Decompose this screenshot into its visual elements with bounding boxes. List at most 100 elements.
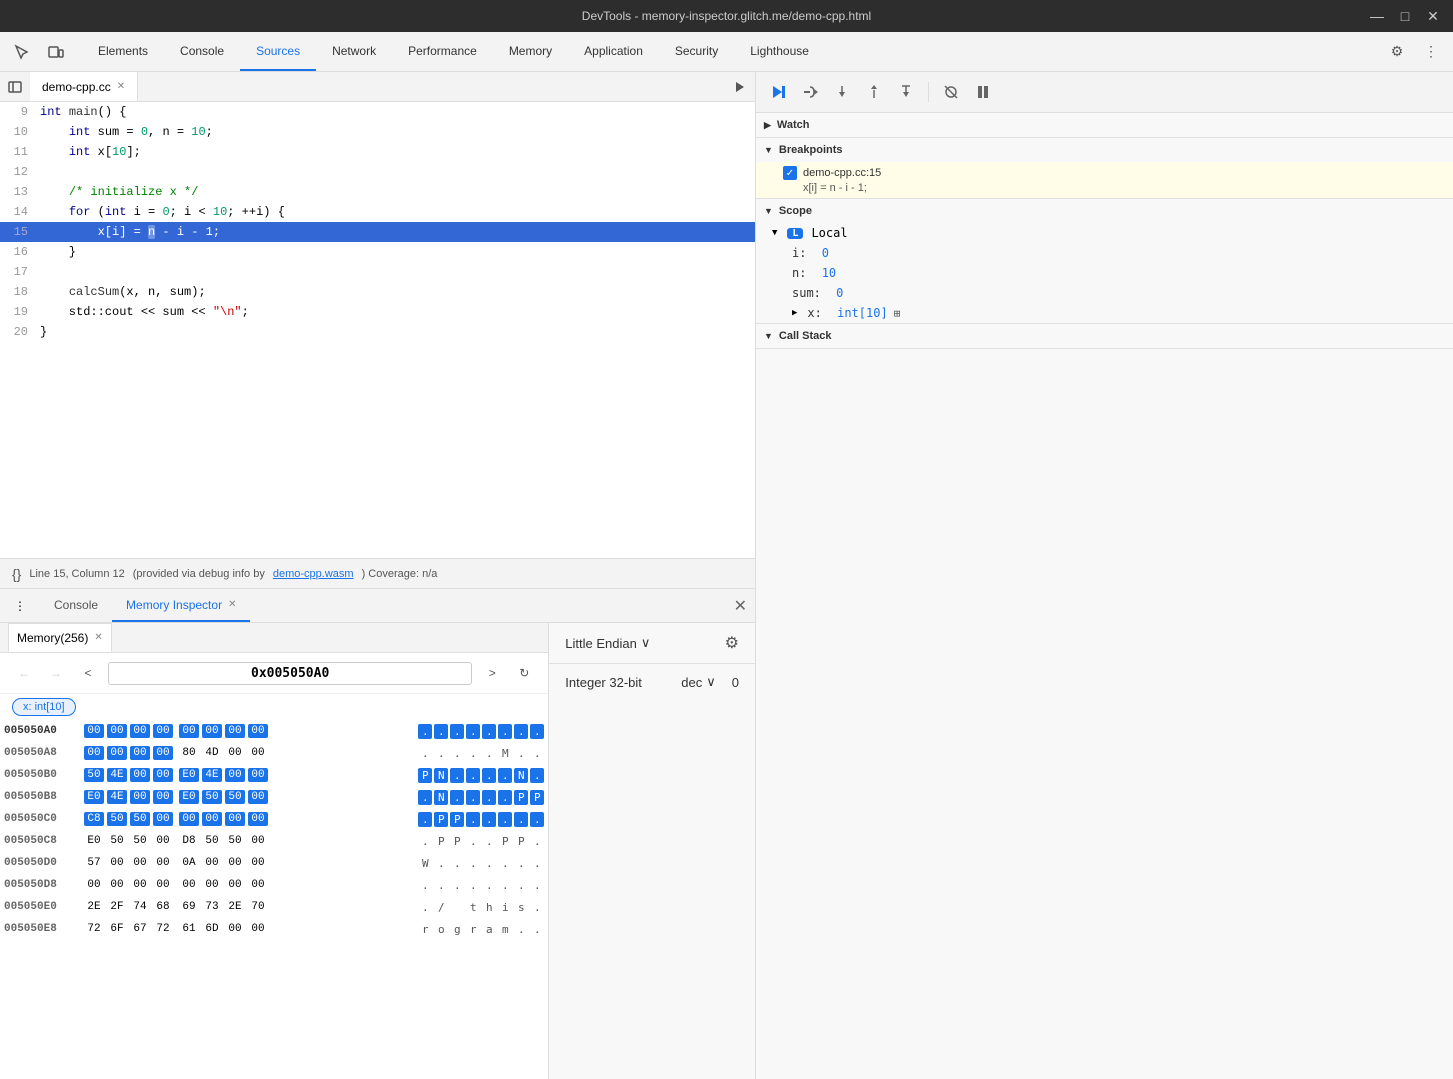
hex-byte[interactable]: 00 (225, 878, 245, 892)
address-input[interactable] (108, 662, 472, 685)
restore-button[interactable]: □ (1395, 8, 1415, 25)
scope-header[interactable]: ▼ Scope (756, 199, 1453, 223)
hex-byte[interactable]: 50 (130, 834, 150, 848)
tab-application[interactable]: Application (568, 32, 659, 71)
hex-byte[interactable]: 50 (107, 812, 127, 826)
hex-byte[interactable]: 00 (130, 768, 150, 782)
hex-byte[interactable]: 00 (202, 878, 222, 892)
hex-byte[interactable]: 4E (202, 768, 222, 782)
hex-byte[interactable]: 61 (179, 922, 199, 936)
tab-sources[interactable]: Sources (240, 32, 316, 71)
hex-byte[interactable]: 72 (84, 922, 104, 936)
tab-console[interactable]: Console (164, 32, 240, 71)
hex-byte[interactable]: 00 (153, 878, 173, 892)
hex-byte[interactable]: D8 (179, 834, 199, 848)
hex-byte[interactable]: 00 (248, 790, 268, 804)
hex-byte[interactable]: 00 (225, 724, 245, 738)
back-button[interactable]: ← (12, 661, 36, 685)
hex-byte[interactable]: 00 (225, 812, 245, 826)
file-tab-demo-cpp[interactable]: demo-cpp.cc ✕ (30, 72, 138, 101)
hex-byte[interactable]: 72 (153, 922, 173, 936)
hex-byte[interactable]: 50 (107, 834, 127, 848)
breakpoints-header[interactable]: ▼ Breakpoints (756, 138, 1453, 162)
debugger-content[interactable]: ▶ Watch ▼ Breakpoints ✓ demo-cpp.cc:15 x… (756, 113, 1453, 1079)
hex-byte[interactable]: 6F (107, 922, 127, 936)
hex-byte[interactable]: 00 (107, 856, 127, 870)
hex-byte[interactable]: 00 (153, 812, 173, 826)
scope-local-header[interactable]: ▼ L Local (756, 223, 1453, 243)
hex-byte[interactable]: 00 (153, 856, 173, 870)
hex-byte[interactable]: 00 (179, 724, 199, 738)
scope-var-x[interactable]: ▶ x: int[10] ⊞ (756, 303, 1453, 323)
hex-byte[interactable]: 00 (153, 746, 173, 760)
hex-byte[interactable]: E0 (179, 790, 199, 804)
hex-byte[interactable]: 00 (130, 878, 150, 892)
hex-byte[interactable]: 00 (153, 790, 173, 804)
pause-on-exceptions-button[interactable] (969, 78, 997, 106)
hex-byte[interactable]: 00 (248, 834, 268, 848)
hex-byte[interactable]: 00 (248, 812, 268, 826)
hex-byte[interactable]: 4E (107, 768, 127, 782)
deactivate-breakpoints-button[interactable] (937, 78, 965, 106)
hex-byte[interactable]: 50 (225, 790, 245, 804)
hex-byte[interactable]: 00 (225, 856, 245, 870)
memory-sub-tab-256[interactable]: Memory(256) ✕ (8, 623, 112, 652)
hex-byte[interactable]: 00 (130, 790, 150, 804)
step-out-button[interactable] (860, 78, 888, 106)
hex-byte[interactable]: 74 (130, 900, 150, 914)
hex-byte[interactable]: 00 (179, 878, 199, 892)
memory-inspector-close-icon[interactable]: ✕ (228, 599, 236, 610)
hex-byte[interactable]: 2F (107, 900, 127, 914)
step-button[interactable] (892, 78, 920, 106)
hex-byte[interactable]: 67 (130, 922, 150, 936)
hex-byte[interactable]: 6D (202, 922, 222, 936)
hex-byte[interactable]: 00 (130, 746, 150, 760)
hex-byte[interactable]: 50 (84, 768, 104, 782)
step-over-button[interactable] (796, 78, 824, 106)
hex-byte[interactable]: 00 (248, 746, 268, 760)
hex-byte[interactable]: 00 (84, 746, 104, 760)
resume-button[interactable] (764, 78, 792, 106)
hex-byte[interactable]: 50 (130, 812, 150, 826)
hex-byte[interactable]: 00 (248, 724, 268, 738)
hex-byte[interactable]: 00 (225, 746, 245, 760)
hex-byte[interactable]: 50 (202, 834, 222, 848)
hex-byte[interactable]: 50 (202, 790, 222, 804)
hex-byte[interactable]: E0 (179, 768, 199, 782)
hex-byte[interactable]: 73 (202, 900, 222, 914)
hex-byte[interactable]: 4D (202, 746, 222, 760)
select-element-icon[interactable] (8, 38, 36, 66)
hex-byte[interactable]: 00 (248, 768, 268, 782)
step-into-button[interactable] (828, 78, 856, 106)
address-next-button[interactable]: > (480, 661, 504, 685)
integer-format-select[interactable]: dec ∨ (681, 674, 715, 690)
address-prev-button[interactable]: < (76, 661, 100, 685)
forward-button[interactable]: → (44, 661, 68, 685)
hex-byte[interactable]: 00 (202, 724, 222, 738)
call-stack-header[interactable]: ▼ Call Stack (756, 324, 1453, 348)
tab-performance[interactable]: Performance (392, 32, 493, 71)
hex-byte[interactable]: 00 (153, 834, 173, 848)
bottom-menu-icon[interactable]: ⋮ (8, 594, 32, 618)
hex-byte[interactable]: 68 (153, 900, 173, 914)
hex-byte[interactable]: 00 (248, 878, 268, 892)
hex-byte[interactable]: 00 (107, 746, 127, 760)
more-options-icon[interactable]: ⋮ (1417, 38, 1445, 66)
hex-byte[interactable]: C8 (84, 812, 104, 826)
hex-byte[interactable]: 4E (107, 790, 127, 804)
refresh-button[interactable]: ↻ (512, 661, 536, 685)
bottom-panel-close-icon[interactable]: ✕ (734, 596, 747, 616)
hex-byte[interactable]: E0 (84, 834, 104, 848)
hex-byte[interactable]: 0A (179, 856, 199, 870)
hex-byte[interactable]: 00 (225, 922, 245, 936)
hex-byte[interactable]: 00 (107, 724, 127, 738)
run-snippet-icon[interactable] (725, 72, 755, 102)
hex-byte[interactable]: 2E (84, 900, 104, 914)
hex-byte[interactable]: 57 (84, 856, 104, 870)
hex-byte[interactable]: E0 (84, 790, 104, 804)
tab-security[interactable]: Security (659, 32, 734, 71)
tab-network[interactable]: Network (316, 32, 392, 71)
watch-header[interactable]: ▶ Watch (756, 113, 1453, 137)
sidebar-toggle[interactable] (0, 72, 30, 102)
tab-elements[interactable]: Elements (82, 32, 164, 71)
